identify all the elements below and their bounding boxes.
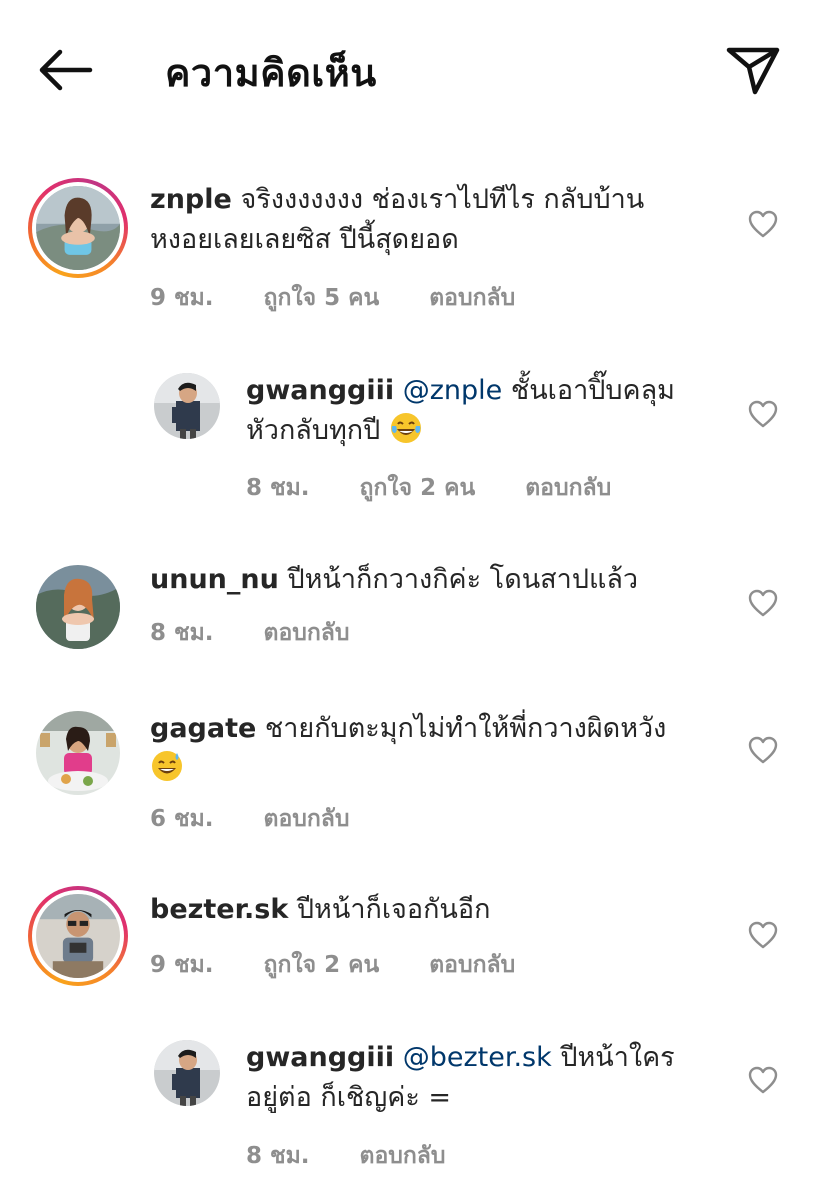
reply-item: gwanggiii @znple ชั้นเอาปิ๊บคลุม หัวกลับ… (0, 365, 827, 510)
mention-link[interactable]: @bezter.sk (403, 1042, 552, 1073)
page-title: ความคิดเห็น (165, 51, 377, 95)
paper-plane-icon (726, 47, 780, 95)
like-button[interactable] (748, 400, 778, 428)
comment-body-line1: ปีหน้าใคร (551, 1042, 675, 1073)
comment-text: gwanggiii @bezter.sk ปีหน้าใคร อยู่ต่อ ก… (246, 1038, 716, 1118)
comment-username[interactable]: gwanggiii (246, 375, 394, 406)
reply-button[interactable]: ตอบกลับ (429, 947, 515, 983)
comment-body-line1: ชั้นเอาปิ๊บคลุม (502, 375, 675, 406)
avatar[interactable] (154, 1040, 220, 1106)
comment-text: bezter.sk ปีหน้าก็เจอกันอีก (150, 890, 710, 930)
avatar (36, 894, 120, 978)
likes-count[interactable]: ถูกใจ 5 คน (264, 280, 380, 316)
reply-button[interactable]: ตอบกลับ (525, 470, 611, 506)
comment-meta: 8 ชม. ตอบกลับ (246, 1138, 446, 1174)
comment-text: gwanggiii @znple ชั้นเอาปิ๊บคลุม หัวกลับ… (246, 371, 716, 451)
heart-icon (748, 736, 778, 764)
tears-of-joy-icon (389, 411, 423, 445)
comment-meta: 8 ชม. ตอบกลับ (150, 615, 350, 651)
reply-button[interactable]: ตอบกลับ (429, 280, 515, 316)
comment-body-line1: ปีหน้าก็กวางกิค่ะ โดนสาปแล้ว (287, 564, 639, 595)
comment-text: znple จริงงงงงงง ช่องเราไปทีไร กลับบ้าน … (150, 180, 710, 260)
comment-time: 9 ชม. (150, 285, 214, 311)
avatar[interactable] (154, 373, 220, 439)
comment-username[interactable]: gwanggiii (246, 1042, 394, 1073)
share-button[interactable] (724, 40, 782, 98)
comment-item: znple จริงงงงงงง ช่องเราไปทีไร กลับบ้าน … (0, 170, 827, 320)
avatar-with-story-ring[interactable] (28, 178, 128, 278)
like-button[interactable] (748, 210, 778, 238)
comment-username[interactable]: bezter.sk (150, 894, 288, 925)
comment-meta: 9 ชม. ถูกใจ 5 คน ตอบกลับ (150, 280, 515, 316)
comment-meta: 9 ชม. ถูกใจ 2 คน ตอบกลับ (150, 947, 515, 983)
reply-item: gwanggiii @bezter.sk ปีหน้าใคร อยู่ต่อ ก… (0, 1032, 827, 1172)
heart-icon (748, 589, 778, 617)
comment-meta: 6 ชม. ตอบกลับ (150, 801, 350, 837)
comment-item: unun_nu ปีหน้าก็กวางกิค่ะ โดนสาปแล้ว 8 ช… (0, 560, 827, 660)
like-button[interactable] (748, 736, 778, 764)
comment-text: gagate ชายกับตะมุกไม่ทำให้พี่กวางผิดหวัง (150, 709, 720, 789)
comment-body-line1: ชายกับตะมุกไม่ทำให้พี่กวางผิดหวัง (264, 713, 667, 744)
comment-time: 8 ชม. (246, 1143, 310, 1169)
comment-text: unun_nu ปีหน้าก็กวางกิค่ะ โดนสาปแล้ว (150, 560, 710, 600)
comment-meta: 8 ชม. ถูกใจ 2 คน ตอบกลับ (246, 470, 611, 506)
comment-username[interactable]: unun_nu (150, 564, 279, 595)
avatar-with-story-ring[interactable] (28, 886, 128, 986)
heart-icon (748, 921, 778, 949)
comment-username[interactable]: znple (150, 184, 232, 215)
like-button[interactable] (748, 1066, 778, 1094)
comment-item: bezter.sk ปีหน้าก็เจอกันอีก 9 ชม. ถูกใจ … (0, 880, 827, 990)
reply-button[interactable]: ตอบกลับ (360, 1138, 446, 1174)
comment-body-line2: หงอยเลยเลยซิส ปีนี้สุดยอด (150, 224, 459, 255)
heart-icon (748, 210, 778, 238)
comment-body-line2: หัวกลับทุกปี (246, 415, 381, 446)
heart-icon (748, 400, 778, 428)
comment-item: gagate ชายกับตะมุกไม่ทำให้พี่กวางผิดหวัง… (0, 705, 827, 850)
like-button[interactable] (748, 921, 778, 949)
back-button[interactable] (34, 46, 94, 94)
sweat-smile-icon (150, 749, 184, 783)
comment-body-line2: อยู่ต่อ ก็เชิญค่ะ = (246, 1082, 452, 1113)
comment-body-line1: จริงงงงงงง ช่องเราไปทีไร กลับบ้าน (240, 184, 645, 215)
reply-button[interactable]: ตอบกลับ (264, 615, 350, 651)
avatar (36, 186, 120, 270)
likes-count[interactable]: ถูกใจ 2 คน (264, 947, 380, 983)
heart-icon (748, 1066, 778, 1094)
mention-link[interactable]: @znple (403, 375, 503, 406)
likes-count[interactable]: ถูกใจ 2 คน (360, 470, 476, 506)
like-button[interactable] (748, 589, 778, 617)
arrow-left-icon (39, 49, 93, 91)
comment-body-line1: ปีหน้าก็เจอกันอีก (296, 894, 491, 925)
top-bar: ความคิดเห็น (0, 0, 827, 140)
comment-time: 8 ชม. (246, 475, 310, 501)
comment-time: 6 ชม. (150, 806, 214, 832)
comment-time: 9 ชม. (150, 952, 214, 978)
reply-button[interactable]: ตอบกลับ (264, 801, 350, 837)
comment-time: 8 ชม. (150, 620, 214, 646)
avatar[interactable] (36, 711, 120, 795)
avatar[interactable] (36, 565, 120, 649)
comment-username[interactable]: gagate (150, 713, 256, 744)
